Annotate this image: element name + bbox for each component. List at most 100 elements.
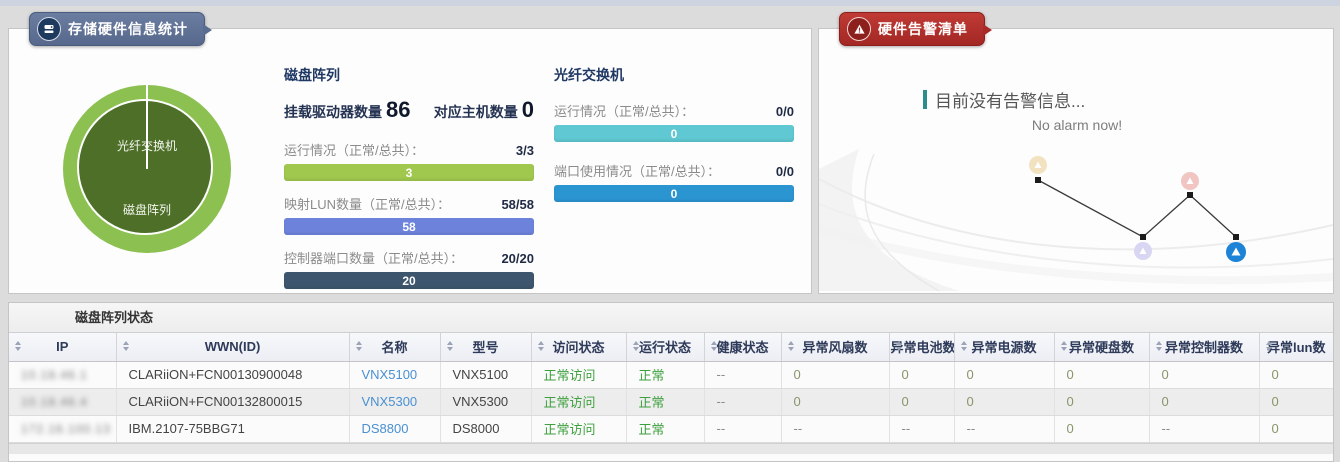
switch-run-status-ratio: 0/0	[776, 104, 794, 119]
cell-abnormal-fans: 0	[781, 361, 889, 388]
hardware-alarm-panel: 硬件告警清单 目前没有告警信息... No alarm now!	[818, 28, 1334, 294]
fiber-switch-section-title: 光纤交换机	[554, 65, 794, 85]
alarm-severity-node-yellow	[1029, 156, 1047, 174]
cell-abnormal-disks: 0	[1054, 361, 1149, 388]
cell-health-status: --	[704, 415, 781, 442]
mapped-hosts-label: 对应主机数量	[434, 102, 518, 122]
alarm-severity-node-purple	[1134, 242, 1152, 260]
table-header-row: IP WWN(ID) 名称 型号 访问状态 运行状态 健康状态 异常风扇数 异常…	[9, 333, 1333, 361]
controller-ports-stat: 控制器端口数量（正常/总共）： 20/20 20	[284, 248, 534, 289]
sort-icon[interactable]	[1061, 341, 1067, 351]
sort-icon[interactable]	[896, 341, 902, 351]
mapped-hosts-value: 0	[522, 99, 534, 121]
column-header-ip[interactable]: IP	[9, 333, 116, 361]
column-header-abnormal-disks[interactable]: 异常硬盘数	[1054, 333, 1149, 361]
sort-icon[interactable]	[356, 341, 362, 351]
controller-ports-bar: 20	[284, 272, 534, 289]
column-header-abnormal-batteries[interactable]: 异常电池数	[889, 333, 954, 361]
cell-abnormal-controllers: --	[1149, 415, 1259, 442]
table-row: 10.18.46.1 CLARiiON+FCN00130900048 VNX51…	[9, 361, 1333, 388]
column-header-access-status[interactable]: 访问状态	[531, 333, 626, 361]
column-header-abnormal-luns[interactable]: 异常lun数	[1259, 333, 1333, 361]
cell-abnormal-luns: 0	[1259, 361, 1333, 388]
column-header-abnormal-fans[interactable]: 异常风扇数	[781, 333, 889, 361]
disk-array-status-table: IP WWN(ID) 名称 型号 访问状态 运行状态 健康状态 异常风扇数 异常…	[9, 333, 1333, 443]
cell-abnormal-power: 0	[954, 361, 1054, 388]
disk-run-status-label: 运行情况（正常/总共）：	[284, 140, 424, 159]
sort-icon[interactable]	[538, 341, 544, 351]
cell-name[interactable]: VNX5100	[349, 361, 440, 388]
column-header-wwn[interactable]: WWN(ID)	[116, 333, 349, 361]
sort-icon[interactable]	[633, 341, 639, 351]
disk-array-section-title: 磁盘阵列	[284, 65, 534, 85]
mapped-lun-stat: 映射LUN数量（正常/总共）： 58/58 58	[284, 194, 534, 235]
cell-abnormal-batteries: 0	[889, 361, 954, 388]
column-header-name[interactable]: 名称	[349, 333, 440, 361]
column-header-run-status[interactable]: 运行状态	[626, 333, 704, 361]
column-header-model[interactable]: 型号	[440, 333, 531, 361]
mapped-lun-label: 映射LUN数量（正常/总共）：	[284, 194, 450, 213]
cell-health-status: --	[704, 388, 781, 415]
cell-abnormal-fans: 0	[781, 388, 889, 415]
disk-run-status-bar: 3	[284, 164, 534, 181]
cell-abnormal-batteries: --	[889, 415, 954, 442]
switch-run-status-label: 运行情况（正常/总共）：	[554, 101, 694, 120]
cell-model: VNX5100	[440, 361, 531, 388]
cell-abnormal-power: --	[954, 415, 1054, 442]
device-name-link[interactable]: VNX5300	[362, 394, 418, 409]
top-band	[0, 0, 1340, 6]
donut-slice-divider	[146, 85, 148, 169]
column-header-abnormal-power[interactable]: 异常电源数	[954, 333, 1054, 361]
disk-array-stats-section: 磁盘阵列 挂载驱动器数量 86 对应主机数量 0 运行情况（正常/总共）： 3/…	[284, 65, 534, 302]
cell-access-status: 正常访问	[531, 388, 626, 415]
device-name-link[interactable]: DS8800	[362, 421, 409, 436]
alarm-panel-title: 硬件告警清单	[878, 19, 968, 39]
disk-run-status-ratio: 3/3	[516, 143, 534, 158]
sort-icon[interactable]	[1156, 341, 1162, 351]
cell-abnormal-power: 0	[954, 388, 1054, 415]
cell-abnormal-controllers: 0	[1149, 361, 1259, 388]
column-header-health-status[interactable]: 健康状态	[704, 333, 781, 361]
cell-access-status: 正常访问	[531, 361, 626, 388]
sort-icon[interactable]	[123, 341, 129, 351]
cell-ip: 10.18.46.4	[9, 388, 116, 415]
sort-icon[interactable]	[1266, 341, 1272, 351]
storage-panel-title: 存储硬件信息统计	[68, 19, 188, 39]
message-accent-bar	[923, 90, 927, 109]
sort-icon[interactable]	[15, 341, 21, 351]
mounted-drives-value: 86	[386, 99, 410, 121]
switch-run-status-bar: 0	[554, 125, 794, 142]
no-alarm-text-en: No alarm now!	[819, 117, 1335, 133]
cell-abnormal-fans: --	[781, 415, 889, 442]
disk-array-counters: 挂载驱动器数量 86 对应主机数量 0	[284, 99, 534, 122]
sort-icon[interactable]	[447, 341, 453, 351]
mapped-hosts-counter: 对应主机数量 0	[434, 99, 534, 122]
cell-ip: 10.18.46.1	[9, 361, 116, 388]
cell-name[interactable]: DS8800	[349, 415, 440, 442]
cell-run-status: 正常	[626, 388, 704, 415]
cell-name[interactable]: VNX5300	[349, 388, 440, 415]
sort-icon[interactable]	[961, 341, 967, 351]
sort-icon[interactable]	[788, 341, 794, 351]
mounted-drives-label: 挂载驱动器数量	[284, 102, 382, 122]
column-header-abnormal-controllers[interactable]: 异常控制器数	[1149, 333, 1259, 361]
table-row: 172.16.100.13 IBM.2107-75BBG71 DS8800 DS…	[9, 415, 1333, 442]
disk-run-status-stat: 运行情况（正常/总共）： 3/3 3	[284, 140, 534, 181]
controller-ports-ratio: 20/20	[501, 251, 534, 266]
controller-ports-label: 控制器端口数量（正常/总共）：	[284, 248, 463, 267]
cell-wwn: IBM.2107-75BBG71	[116, 415, 349, 442]
cell-abnormal-luns: 0	[1259, 415, 1333, 442]
alarm-severity-node-blue	[1226, 242, 1246, 262]
switch-port-usage-stat: 端口使用情况（正常/总共）： 0/0 0	[554, 161, 794, 202]
alarm-warning-icon	[847, 17, 871, 41]
cell-abnormal-luns: 0	[1259, 388, 1333, 415]
alarm-decoration-graphic	[819, 29, 1333, 293]
storage-info-panel: 存储硬件信息统计 光纤交换机 磁盘阵列 磁盘阵列 挂载驱动器数量 86 对应主机…	[8, 28, 812, 294]
donut-label-disk-array: 磁盘阵列	[63, 201, 231, 218]
cell-wwn: CLARiiON+FCN00132800015	[116, 388, 349, 415]
switch-run-status-stat: 运行情况（正常/总共）： 0/0 0	[554, 101, 794, 142]
cell-abnormal-disks: 0	[1054, 388, 1149, 415]
sort-icon[interactable]	[711, 341, 717, 351]
cell-ip: 172.16.100.13	[9, 415, 116, 442]
device-name-link[interactable]: VNX5100	[362, 367, 418, 382]
